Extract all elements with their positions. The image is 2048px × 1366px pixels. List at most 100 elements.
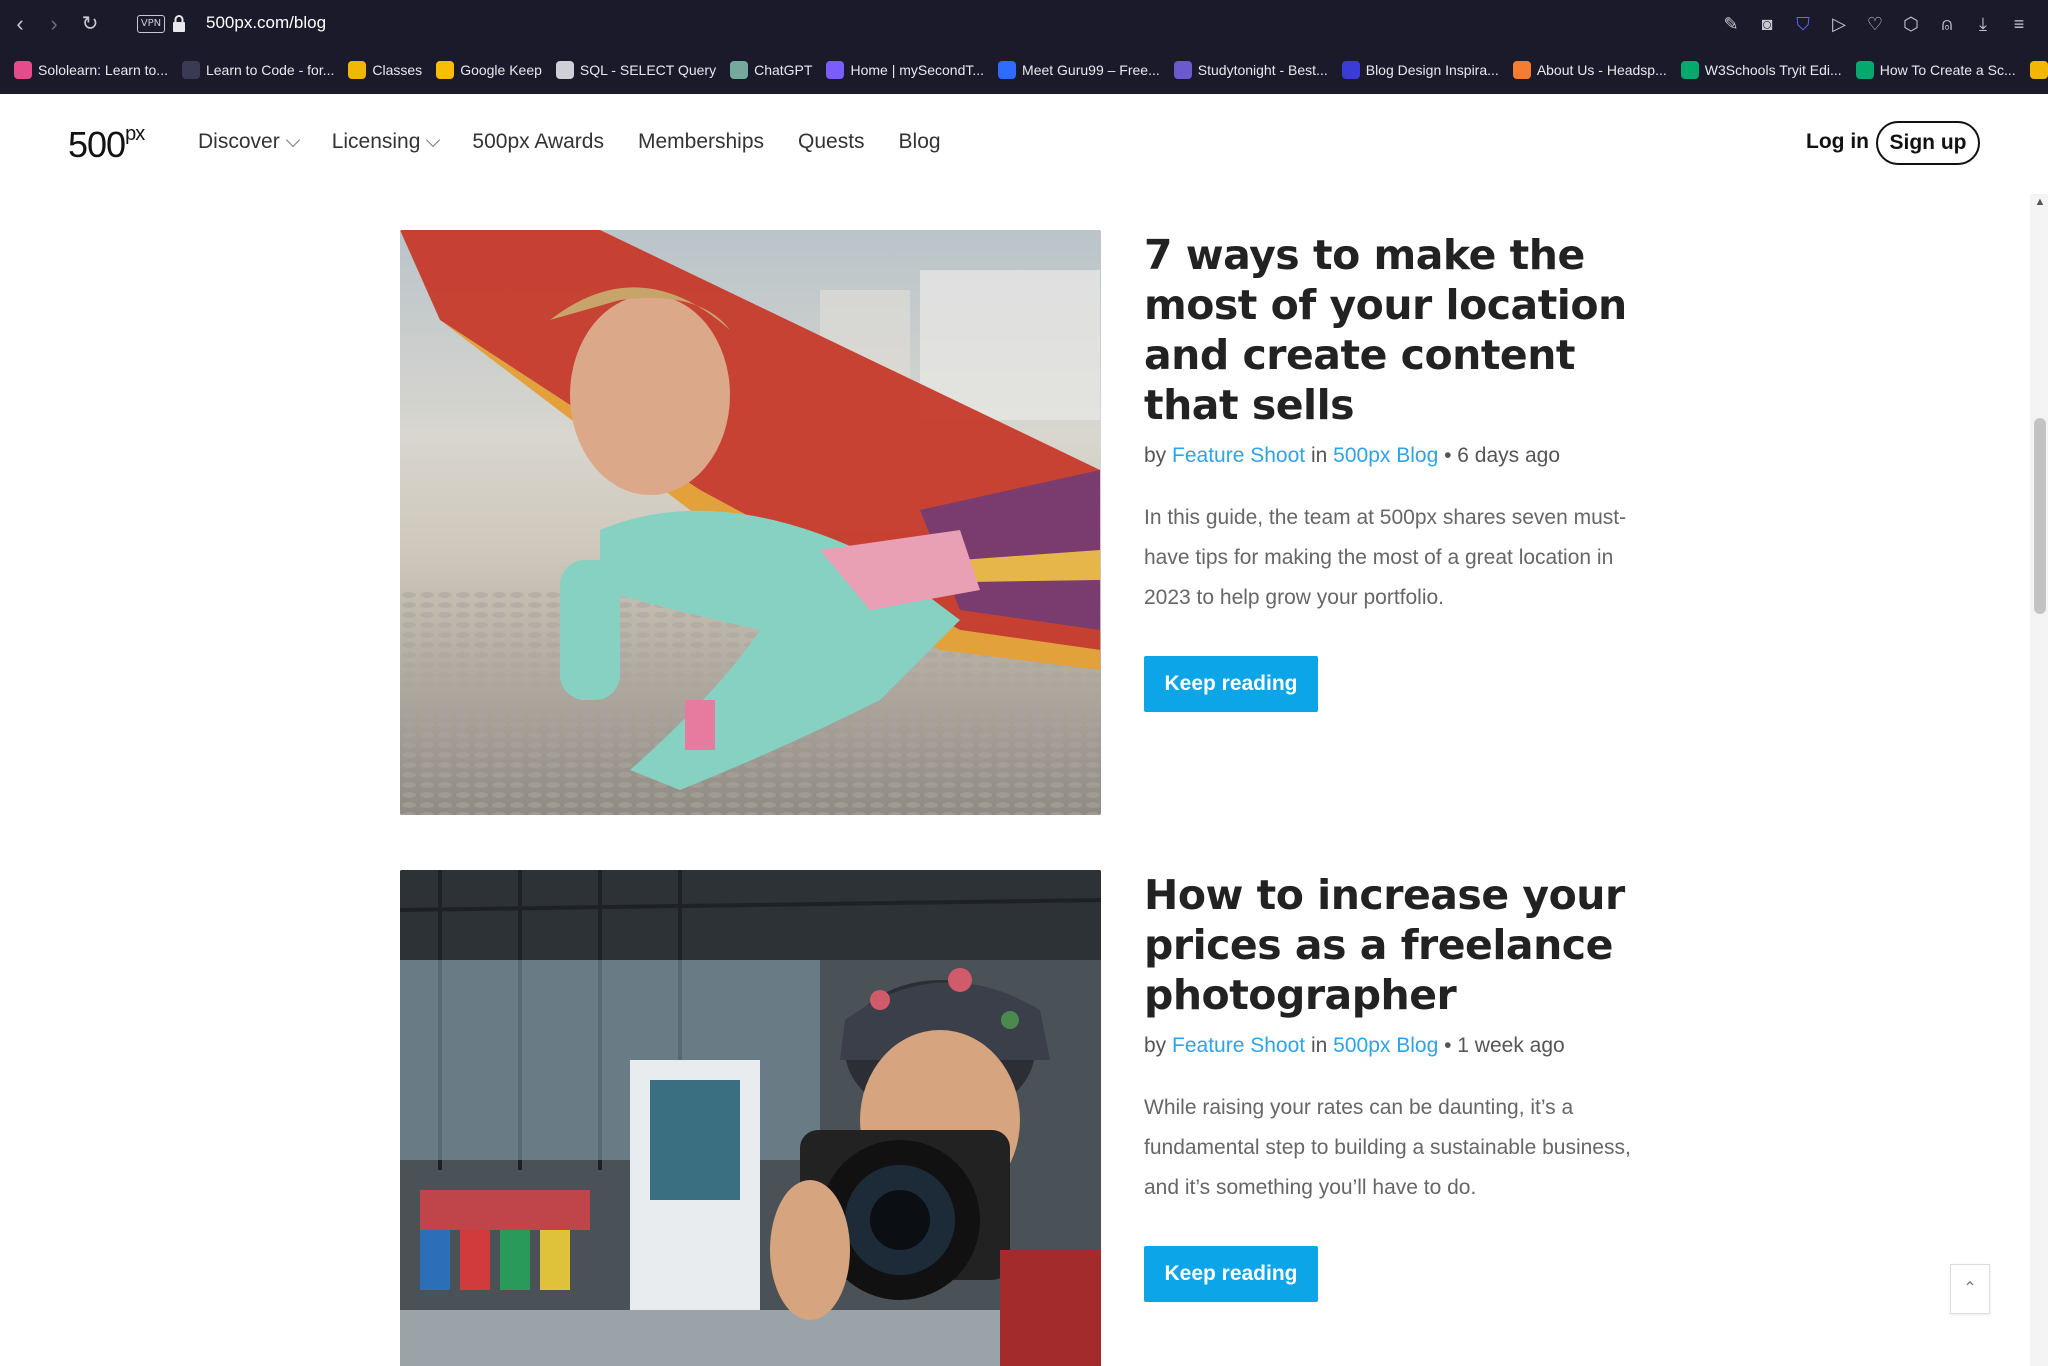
bookmark-item[interactable]: SQL - SELECT Query xyxy=(555,61,717,79)
blog-content: 7 ways to make the most of your location… xyxy=(0,194,2030,1366)
cube-icon[interactable]: ⬡ xyxy=(1900,12,1922,36)
post-time: • 6 days ago xyxy=(1444,444,1561,467)
bookmark-item[interactable]: Meet Guru99 – Free... xyxy=(998,61,1160,79)
photographer-photo xyxy=(400,870,1101,1366)
logo[interactable]: 500px xyxy=(68,123,145,166)
bookmark-favicon-icon xyxy=(998,61,1017,79)
bookmark-item[interactable]: Sololearn: Learn to... xyxy=(14,61,168,79)
post-text: 7 ways to make the most of your location… xyxy=(1144,230,1664,712)
byline-in: in xyxy=(1310,1034,1328,1057)
byline-in: in xyxy=(1310,444,1328,467)
author-link[interactable]: Feature Shoot xyxy=(1172,1034,1305,1057)
post-image-photographer[interactable] xyxy=(400,870,1101,1366)
bookmark-label: Home | mySecondT... xyxy=(850,62,985,78)
reload-icon[interactable]: ↻ xyxy=(78,12,102,36)
nav-memberships[interactable]: Memberships xyxy=(638,130,764,154)
keep-reading-button[interactable]: Keep reading xyxy=(1144,656,1318,712)
author-link[interactable]: Feature Shoot xyxy=(1172,444,1305,467)
bookmark-item[interactable]: Home | mySecondT... xyxy=(826,61,984,79)
camera-icon[interactable]: ◙ xyxy=(1756,12,1778,36)
bookmark-item[interactable]: Classes xyxy=(348,61,422,79)
bookmark-label: W3Schools Tryit Edi... xyxy=(1704,62,1842,78)
keep-reading-button[interactable]: Keep reading xyxy=(1144,1246,1318,1302)
chevron-down-icon xyxy=(285,132,300,147)
post-excerpt: While raising your rates can be daunting… xyxy=(1144,1096,1631,1199)
logo-main: 500 xyxy=(68,124,126,165)
bookmark-favicon-icon xyxy=(2029,61,2048,79)
nav-discover[interactable]: Discover xyxy=(198,130,300,154)
bookmark-favicon-icon xyxy=(436,61,455,79)
bookmark-item[interactable]: How To Create a Sc... xyxy=(1855,61,2016,79)
bookmark-label: Studytonight - Best... xyxy=(1197,62,1328,78)
bookmark-label: Learn to Code - for... xyxy=(205,62,335,78)
bookmark-label: Classes xyxy=(372,62,423,78)
category-link[interactable]: 500px Blog xyxy=(1333,1034,1438,1057)
edit-icon[interactable]: ✎ xyxy=(1720,12,1742,36)
bookmark-favicon-icon xyxy=(348,61,367,79)
post-image-hammock[interactable] xyxy=(400,230,1101,815)
bookmark-label: SQL - SELECT Query xyxy=(579,62,717,78)
post-time: • 1 week ago xyxy=(1444,1034,1565,1057)
address-row: ‹ › ↻ VPN 500px.com/blog ✎ ◙ ⛉ ▷ ♡ ⬡ ⍝ ⤓… xyxy=(0,0,2048,50)
bookmark-label: How To Create a Sc... xyxy=(1879,62,2016,78)
toolbar-icons: ✎ ◙ ⛉ ▷ ♡ ⬡ ⍝ ⤓ ≡ xyxy=(1720,12,2030,36)
post-title[interactable]: 7 ways to make the most of your location… xyxy=(1144,230,1664,430)
browser-toolbar: ‹ › ↻ VPN 500px.com/blog ✎ ◙ ⛉ ▷ ♡ ⬡ ⍝ ⤓… xyxy=(0,0,2048,94)
post-text: How to increase your prices as a freelan… xyxy=(1144,870,1664,1302)
main-nav: Discover Licensing 500px Awards Membersh… xyxy=(198,130,941,154)
nav-quests[interactable]: Quests xyxy=(798,130,865,154)
byline-by: by xyxy=(1144,444,1167,467)
post-excerpt: In this guide, the team at 500px shares … xyxy=(1144,506,1627,609)
bookmark-item[interactable]: W3Schools Tryit Edi... xyxy=(1680,61,1842,79)
lock-icon xyxy=(173,15,185,32)
bookmark-label: About Us - Headsp... xyxy=(1536,62,1667,78)
forward-icon[interactable]: › xyxy=(42,12,66,36)
category-link[interactable]: 500px Blog xyxy=(1333,444,1438,467)
address-bar[interactable]: 500px.com/blog xyxy=(206,13,326,33)
bookmark-item[interactable]: Studytonight - Best... xyxy=(1173,61,1328,79)
bookmark-favicon-icon xyxy=(181,61,200,79)
shield-icon[interactable]: ⛉ xyxy=(1792,12,1814,36)
bookmark-item[interactable]: Learn to Code - for... xyxy=(181,61,335,79)
back-icon[interactable]: ‹ xyxy=(8,12,32,36)
logo-sup: px xyxy=(125,123,145,145)
bookmark-favicon-icon xyxy=(1680,61,1699,79)
site-header: 500px Discover Licensing 500px Awards Me… xyxy=(0,94,2048,194)
play-icon[interactable]: ▷ xyxy=(1828,12,1850,36)
nav-blog[interactable]: Blog xyxy=(899,130,941,154)
bookmark-label: Blog Design Inspira... xyxy=(1365,62,1499,78)
scrollbar-track[interactable] xyxy=(2030,194,2048,1366)
back-to-top-button[interactable]: ⌃ xyxy=(1950,1264,1990,1314)
bookmark-favicon-icon xyxy=(1512,61,1531,79)
byline-by: by xyxy=(1144,1034,1167,1057)
bookmark-item[interactable]: ChatGPT xyxy=(730,61,812,79)
post-title[interactable]: How to increase your prices as a freelan… xyxy=(1144,870,1664,1020)
bookmarks-bar: Sololearn: Learn to... Learn to Code - fo… xyxy=(0,54,2048,86)
bookmark-item[interactable]: Sign in xyxy=(2029,61,2048,79)
signup-button[interactable]: Sign up xyxy=(1876,121,1980,165)
nav-discover-label: Discover xyxy=(198,130,280,153)
bookmark-favicon-icon xyxy=(1173,61,1192,79)
menu-icon[interactable]: ≡ xyxy=(2008,12,2030,36)
bookmark-label: Meet Guru99 – Free... xyxy=(1022,62,1160,78)
profile-icon[interactable]: ⍝ xyxy=(1936,12,1958,36)
login-link[interactable]: Log in xyxy=(1806,130,1869,154)
nav-licensing[interactable]: Licensing xyxy=(331,130,441,154)
nav-awards[interactable]: 500px Awards xyxy=(472,130,604,154)
post-byline: by Feature Shoot in 500px Blog • 1 week … xyxy=(1144,1034,1664,1058)
bookmark-favicon-icon xyxy=(826,61,845,79)
chevron-down-icon xyxy=(426,132,441,147)
heart-icon[interactable]: ♡ xyxy=(1864,12,1886,36)
vpn-badge[interactable]: VPN xyxy=(137,15,165,33)
bookmark-label: Sololearn: Learn to... xyxy=(38,62,168,78)
nav-licensing-label: Licensing xyxy=(331,130,421,153)
bookmark-label: ChatGPT xyxy=(754,62,813,78)
bookmark-item[interactable]: About Us - Headsp... xyxy=(1512,61,1667,79)
bookmark-item[interactable]: Blog Design Inspira... xyxy=(1341,61,1499,79)
download-icon[interactable]: ⤓ xyxy=(1972,12,1994,36)
scrollbar-thumb[interactable] xyxy=(2034,418,2046,614)
bookmark-favicon-icon xyxy=(14,61,32,79)
bookmark-item[interactable]: Google Keep xyxy=(436,61,542,79)
scroll-up-arrow-icon[interactable]: ▲ xyxy=(2034,196,2046,208)
bookmark-favicon-icon xyxy=(730,61,749,79)
